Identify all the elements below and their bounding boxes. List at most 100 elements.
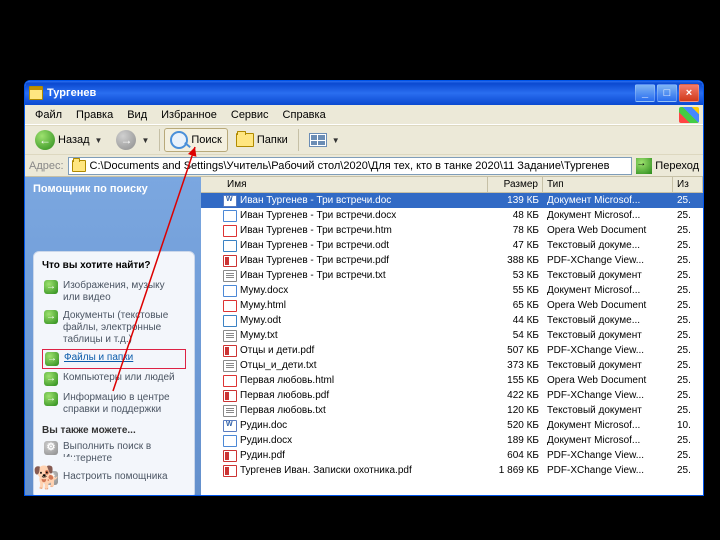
search-option-label: Изображения, музыку или видео [63, 280, 184, 304]
file-size: 507 КБ [488, 345, 543, 356]
file-modified: 25. [673, 435, 703, 446]
arrow-icon: → [44, 280, 58, 294]
forward-button[interactable]: → ▼ [110, 128, 155, 152]
file-row[interactable]: Муму.docx55 КБДокумент Microsof...25. [201, 283, 703, 298]
file-list[interactable]: Имя Размер Тип Из Иван Тургенев - Три вс… [201, 177, 703, 495]
menu-tools[interactable]: Сервис [225, 107, 275, 123]
file-type: Текстовый докуме... [543, 315, 673, 326]
go-label: Переход [655, 160, 699, 172]
file-modified: 25. [673, 360, 703, 371]
file-type: PDF-XChange View... [543, 255, 673, 266]
file-modified: 25. [673, 225, 703, 236]
search-option-2[interactable]: →Файлы и папки [42, 349, 186, 369]
menu-favorites[interactable]: Избранное [155, 107, 223, 123]
file-row[interactable]: Муму.html65 КБOpera Web Document25. [201, 298, 703, 313]
address-bar: Адрес: C:\Documents and Settings\Учитель… [25, 155, 703, 177]
file-row[interactable]: Отцы и дети.pdf507 КБPDF-XChange View...… [201, 343, 703, 358]
menu-file[interactable]: Файл [29, 107, 68, 123]
file-modified: 25. [673, 210, 703, 221]
file-row[interactable]: Рудин.pdf604 КБPDF-XChange View...25. [201, 448, 703, 463]
file-row[interactable]: Первая любовь.txt120 КБТекстовый докумен… [201, 403, 703, 418]
file-name: Иван Тургенев - Три встречи.pdf [240, 255, 488, 266]
txt-icon [223, 405, 237, 417]
go-icon: → [636, 158, 652, 174]
file-type: Документ Microsof... [543, 210, 673, 221]
column-size[interactable]: Размер [488, 177, 543, 192]
file-row[interactable]: Отцы_и_дети.txt373 КБТекстовый документ2… [201, 358, 703, 373]
search-option-3[interactable]: →Компьютеры или людей [42, 369, 186, 389]
file-row[interactable]: Муму.txt54 КБТекстовый документ25. [201, 328, 703, 343]
folders-label: Папки [257, 134, 288, 146]
file-row[interactable]: Первая любовь.html155 КБOpera Web Docume… [201, 373, 703, 388]
file-name: Тургенев Иван. Записки охотника.pdf [240, 465, 488, 476]
search-extra-label: Выполнить поиск в Интернете [63, 441, 184, 465]
menu-view[interactable]: Вид [121, 107, 153, 123]
search-extra-1[interactable]: ⚙Настроить помощника [42, 468, 186, 488]
file-name: Иван Тургенев - Три встречи.htm [240, 225, 488, 236]
column-name[interactable]: Имя [223, 177, 488, 192]
file-size: 139 КБ [488, 195, 543, 206]
file-row[interactable]: Иван Тургенев - Три встречи.docx48 КБДок… [201, 208, 703, 223]
file-row[interactable]: Тургенев Иван. Записки охотника.pdf1 869… [201, 463, 703, 478]
search-dog-icon: 🐕 [33, 465, 60, 491]
pdf-icon [223, 345, 237, 357]
file-row[interactable]: Иван Тургенев - Три встречи.odt47 КБТекс… [201, 238, 703, 253]
arrow-icon: → [44, 392, 58, 406]
odt-icon [223, 240, 237, 252]
file-size: 65 КБ [488, 300, 543, 311]
minimize-button[interactable]: _ [635, 84, 655, 102]
file-size: 44 КБ [488, 315, 543, 326]
forward-dropdown-icon[interactable]: ▼ [141, 136, 149, 145]
file-type: PDF-XChange View... [543, 345, 673, 356]
file-size: 55 КБ [488, 285, 543, 296]
file-type: Текстовый документ [543, 330, 673, 341]
file-type: Текстовый документ [543, 360, 673, 371]
doc-icon [223, 195, 237, 207]
file-name: Рудин.pdf [240, 450, 488, 461]
maximize-button[interactable]: □ [657, 84, 677, 102]
search-button[interactable]: Поиск [164, 128, 227, 152]
file-name: Рудин.doc [240, 420, 488, 431]
file-name: Иван Тургенев - Три встречи.doc [240, 195, 488, 206]
search-option-0[interactable]: → Изображения, музыку или видео [42, 277, 186, 307]
file-row[interactable]: Иван Тургенев - Три встречи.txt53 КБТекс… [201, 268, 703, 283]
titlebar[interactable]: Тургенев _ □ × [25, 81, 703, 105]
back-button[interactable]: ← Назад ▼ [29, 128, 108, 152]
file-row[interactable]: Иван Тургенев - Три встречи.pdf388 КБPDF… [201, 253, 703, 268]
go-button[interactable]: → Переход [636, 158, 699, 174]
file-modified: 25. [673, 330, 703, 341]
column-type[interactable]: Тип [543, 177, 673, 192]
column-modified[interactable]: Из [673, 177, 703, 192]
search-option-4[interactable]: →Информацию в центре справки и поддержки [42, 389, 186, 419]
menu-edit[interactable]: Правка [70, 107, 119, 123]
address-label: Адрес: [29, 160, 64, 172]
txt-icon [223, 330, 237, 342]
views-button[interactable]: ▼ [303, 128, 346, 152]
arrow-icon: → [44, 372, 58, 386]
file-type: Документ Microsof... [543, 285, 673, 296]
file-row[interactable]: Муму.odt44 КБТекстовый докуме...25. [201, 313, 703, 328]
back-dropdown-icon[interactable]: ▼ [95, 136, 103, 145]
file-name: Отцы_и_дети.txt [240, 360, 488, 371]
file-modified: 25. [673, 345, 703, 356]
file-row[interactable]: Первая любовь.pdf422 КБPDF-XChange View.… [201, 388, 703, 403]
folders-button[interactable]: Папки [230, 128, 294, 152]
file-row[interactable]: Иван Тургенев - Три встречи.htm78 КБOper… [201, 223, 703, 238]
toolbar-separator [298, 129, 299, 151]
address-field[interactable]: C:\Documents and Settings\Учитель\Рабочи… [68, 157, 633, 175]
file-size: 1 869 КБ [488, 465, 543, 476]
file-name: Муму.docx [240, 285, 488, 296]
views-dropdown-icon[interactable]: ▼ [332, 136, 340, 145]
menu-help[interactable]: Справка [277, 107, 332, 123]
file-row[interactable]: Рудин.doc520 КБДокумент Microsof...10. [201, 418, 703, 433]
close-button[interactable]: × [679, 84, 699, 102]
file-size: 53 КБ [488, 270, 543, 281]
doc-icon [223, 420, 237, 432]
file-row[interactable]: Рудин.docx189 КБДокумент Microsof...25. [201, 433, 703, 448]
odt-icon [223, 315, 237, 327]
file-modified: 25. [673, 405, 703, 416]
search-option-1[interactable]: →Документы (текстовые файлы, электронные… [42, 307, 186, 349]
search-label: Поиск [191, 134, 221, 146]
file-row[interactable]: Иван Тургенев - Три встречи.doc139 КБДок… [201, 193, 703, 208]
file-name: Муму.html [240, 300, 488, 311]
